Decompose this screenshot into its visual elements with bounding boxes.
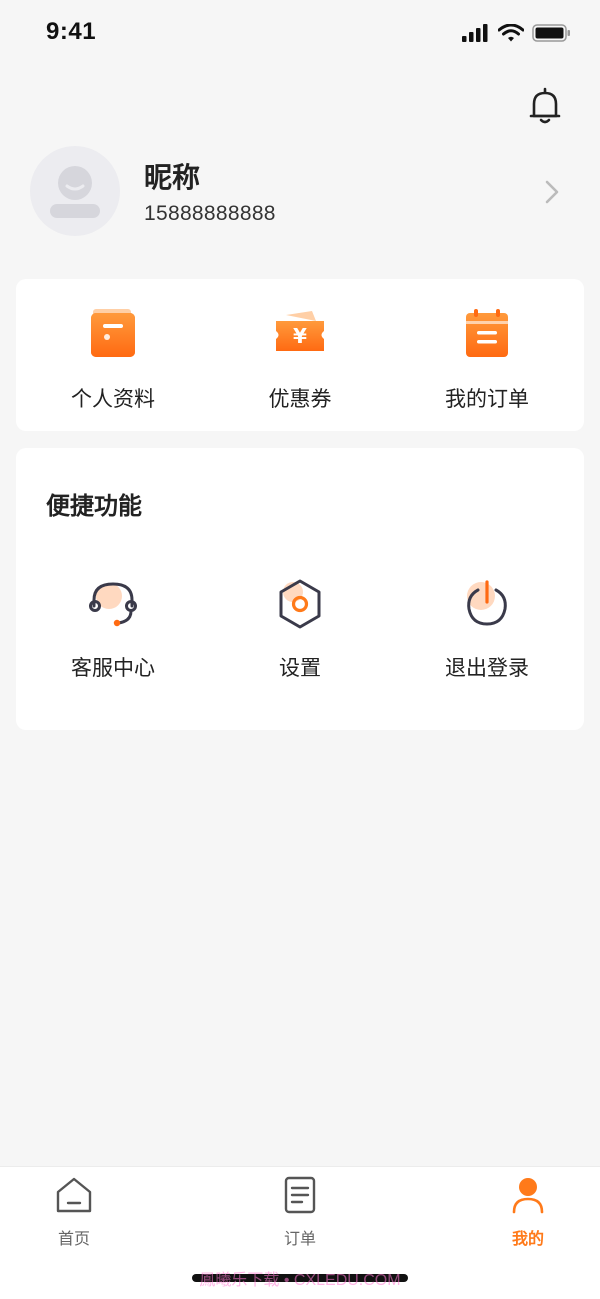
status-time: 9:41 [46, 18, 97, 45]
shortcut-orders[interactable]: 我的订单 [407, 307, 567, 413]
quick-logout[interactable]: 退出登录 [407, 576, 567, 682]
profile-card-icon [91, 309, 135, 357]
shortcut-label: 个人资料 [71, 387, 155, 411]
shortcuts-card: 个人资料 ¥ 优惠券 我的订单 [16, 279, 584, 431]
status-icons [462, 24, 572, 42]
quick-functions-card: 便捷功能 客服中心 设置 退出登录 [16, 448, 584, 730]
document-icon [284, 1176, 316, 1214]
profile-header[interactable]: 昵称 15888888888 [30, 146, 570, 238]
shortcut-label: 优惠券 [268, 387, 332, 411]
coupon-icon: ¥ [276, 311, 324, 351]
phone-number: 15888888888 [144, 202, 276, 225]
tab-label: 订单 [283, 1229, 316, 1248]
avatar[interactable] [30, 146, 120, 236]
headset-icon [89, 582, 137, 627]
tab-label: 我的 [511, 1229, 544, 1248]
tab-label: 首页 [57, 1229, 90, 1248]
nickname: 昵称 [144, 161, 201, 194]
avatar-placeholder-icon [50, 166, 100, 218]
section-title: 便捷功能 [46, 492, 142, 520]
quick-function-label: 客服中心 [71, 656, 155, 680]
quick-settings[interactable]: 设置 [220, 576, 380, 682]
tab-orders[interactable]: 订单 [240, 1175, 360, 1249]
home-icon [56, 1177, 92, 1213]
shortcut-label: 我的订单 [445, 387, 529, 411]
signal-icon [462, 24, 488, 42]
status-bar: 9:41 [0, 0, 600, 70]
person-icon [512, 1178, 544, 1214]
svg-text:¥: ¥ [293, 324, 307, 348]
power-icon [467, 580, 507, 626]
bell-icon[interactable] [526, 86, 564, 126]
wifi-icon [498, 24, 524, 42]
watermark: 鳳曦乐下载 • CXLEDU.COM [199, 1272, 401, 1289]
battery-icon [532, 24, 570, 42]
chevron-right-icon[interactable] [542, 178, 562, 206]
order-calendar-icon [466, 309, 508, 357]
settings-hexagon-icon [279, 579, 321, 629]
shortcut-profile[interactable]: 个人资料 [33, 307, 193, 413]
quick-function-label: 退出登录 [445, 656, 529, 680]
shortcut-coupon[interactable]: ¥ 优惠券 [220, 307, 380, 413]
quick-customer-service[interactable]: 客服中心 [33, 576, 193, 682]
quick-function-label: 设置 [279, 656, 321, 680]
tab-home[interactable]: 首页 [14, 1175, 134, 1249]
tab-mine[interactable]: 我的 [468, 1175, 588, 1249]
